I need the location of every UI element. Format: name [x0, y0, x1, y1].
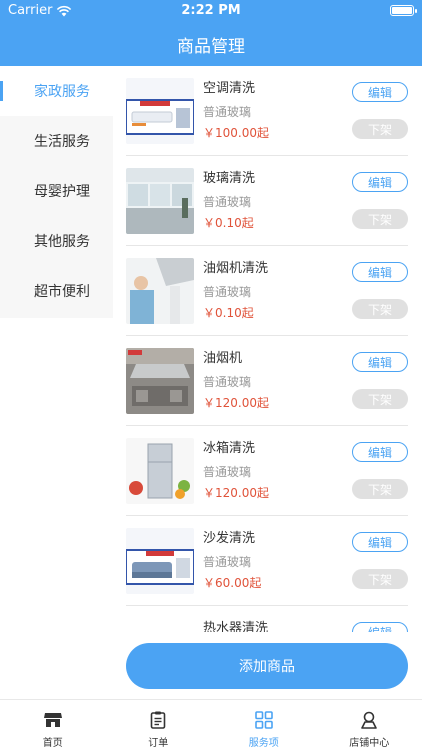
category-sidebar: 家政服务 生活服务 母婴护理 其他服务 超市便利 — [0, 66, 113, 318]
product-item[interactable]: 空调清洗 普通玻璃 ￥100.00起 编辑 下架 — [126, 66, 408, 156]
product-thumbnail-range-hood-cleaning — [126, 258, 194, 324]
tab-shop-center[interactable]: 店铺中心 — [317, 700, 422, 750]
product-item[interactable]: 油烟机 普通玻璃 ￥120.00起 编辑 下架 — [126, 336, 408, 426]
product-thumbnail-ac — [126, 78, 194, 144]
product-thumbnail-fridge — [126, 438, 194, 504]
product-price: ￥120.00起 — [203, 486, 269, 500]
product-list[interactable]: 空调清洗 普通玻璃 ￥100.00起 编辑 下架 玻璃清洗 普通玻璃 ￥0.10… — [113, 66, 422, 632]
product-name: 油烟机 — [203, 351, 243, 366]
product-name: 空调清洗 — [203, 81, 256, 96]
product-item[interactable]: 玻璃清洗 普通玻璃 ￥0.10起 编辑 下架 — [126, 156, 408, 246]
sidebar-item-label: 母婴护理 — [34, 184, 90, 200]
product-name: 玻璃清洗 — [203, 171, 256, 186]
edit-button[interactable]: 编辑 — [352, 442, 408, 462]
product-price: ￥0.10起 — [203, 216, 254, 230]
product-price: ￥0.10起 — [203, 306, 254, 320]
product-name: 热水器清洗 — [203, 621, 269, 632]
edit-button[interactable]: 编辑 — [352, 532, 408, 552]
product-thumbnail-glass — [126, 168, 194, 234]
unlist-button[interactable]: 下架 — [352, 569, 408, 589]
tab-label: 首页 — [42, 738, 63, 749]
edit-button[interactable]: 编辑 — [352, 172, 408, 192]
unlist-button[interactable]: 下架 — [352, 119, 408, 139]
edit-button[interactable]: 编辑 — [352, 622, 408, 632]
unlist-button[interactable]: 下架 — [352, 389, 408, 409]
sidebar-item-life-services[interactable]: 生活服务 — [0, 116, 113, 166]
product-item[interactable]: 沙发清洗 普通玻璃 ￥60.00起 编辑 下架 — [126, 516, 408, 606]
product-item[interactable]: 油烟机清洗 普通玻璃 ￥0.10起 编辑 下架 — [126, 246, 408, 336]
product-subtitle: 普通玻璃 — [203, 555, 252, 569]
edit-button[interactable]: 编辑 — [352, 82, 408, 102]
product-item[interactable]: 冰箱清洗 普通玻璃 ￥120.00起 编辑 下架 — [126, 426, 408, 516]
sidebar-item-label: 超市便利 — [34, 284, 90, 300]
sidebar-item-label: 生活服务 — [34, 134, 90, 150]
tab-label: 服务项 — [248, 738, 279, 749]
edit-button[interactable]: 编辑 — [352, 262, 408, 282]
status-bar: Carrier 2:22 PM — [0, 0, 422, 22]
product-thumbnail-sofa — [126, 528, 194, 594]
sidebar-item-label: 家政服务 — [34, 84, 90, 100]
page-title: 商品管理 — [177, 36, 245, 57]
unlist-button[interactable]: 下架 — [352, 209, 408, 229]
clock: 2:22 PM — [181, 3, 241, 18]
sidebar-item-other-services[interactable]: 其他服务 — [0, 216, 113, 266]
store-icon — [43, 713, 62, 727]
product-subtitle: 普通玻璃 — [203, 465, 252, 479]
tab-label: 订单 — [148, 738, 169, 749]
unlist-button[interactable]: 下架 — [352, 299, 408, 319]
grid-icon — [254, 711, 273, 729]
product-subtitle: 普通玻璃 — [203, 375, 252, 389]
product-thumbnail-range-hood — [126, 348, 194, 414]
product-name: 沙发清洗 — [203, 531, 256, 546]
sidebar-item-supermarket[interactable]: 超市便利 — [0, 266, 113, 316]
product-subtitle: 普通玻璃 — [203, 285, 252, 299]
product-name: 冰箱清洗 — [203, 441, 256, 456]
product-subtitle: 普通玻璃 — [203, 195, 252, 209]
product-name: 油烟机清洗 — [203, 261, 269, 276]
product-price: ￥120.00起 — [203, 396, 269, 410]
nav-bar: 商品管理 — [0, 22, 422, 66]
product-subtitle: 普通玻璃 — [203, 105, 252, 119]
sidebar-item-maternal-care[interactable]: 母婴护理 — [0, 166, 113, 216]
sidebar-item-label: 其他服务 — [34, 234, 90, 250]
edit-button[interactable]: 编辑 — [352, 352, 408, 372]
tab-bar: 首页 订单 服务项 店铺中心 — [0, 699, 422, 750]
unlist-button[interactable]: 下架 — [352, 479, 408, 499]
tab-orders[interactable]: 订单 — [106, 700, 212, 750]
product-price: ￥100.00起 — [203, 126, 269, 140]
sidebar-item-housekeeping[interactable]: 家政服务 — [0, 66, 113, 116]
add-product-button[interactable]: 添加商品 — [126, 643, 408, 689]
clipboard-icon — [150, 711, 166, 729]
battery-icon — [390, 5, 417, 16]
tab-home[interactable]: 首页 — [0, 700, 106, 750]
tab-label: 店铺中心 — [349, 738, 390, 749]
tab-services[interactable]: 服务项 — [211, 700, 317, 750]
user-icon — [361, 711, 378, 729]
product-item[interactable]: 热水器清洗 编辑 — [126, 606, 408, 632]
product-price: ￥60.00起 — [203, 576, 262, 590]
